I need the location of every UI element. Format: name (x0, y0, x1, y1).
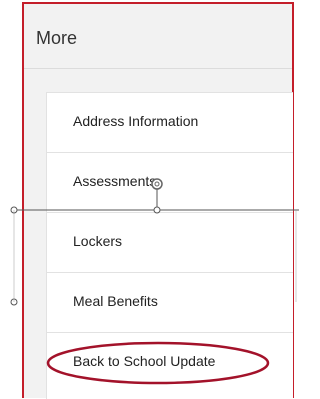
panel-title: More (36, 28, 78, 48)
menu-item-label: Lockers (73, 233, 123, 249)
panel-header: More (24, 4, 292, 69)
menu-item-label: Assessments (73, 173, 157, 189)
more-panel-frame: More Address Information Assessments Loc… (0, 0, 299, 399)
menu-item-address-information[interactable]: Address Information (47, 93, 293, 153)
menu-item-label: Meal Benefits (73, 293, 158, 309)
menu-item-lockers[interactable]: Lockers (47, 213, 293, 273)
menu-item-meal-benefits[interactable]: Meal Benefits (47, 273, 293, 333)
menu-item-assessments[interactable]: Assessments (47, 153, 293, 213)
menu-card: Address Information Assessments Lockers … (46, 92, 293, 399)
menu-item-label: Back to School Update (73, 353, 216, 369)
menu-item-label: Address Information (73, 113, 199, 129)
resize-handle-icon (10, 298, 18, 306)
menu-item-back-to-school-update[interactable]: Back to School Update (47, 333, 293, 393)
resize-handle-icon (10, 206, 18, 214)
